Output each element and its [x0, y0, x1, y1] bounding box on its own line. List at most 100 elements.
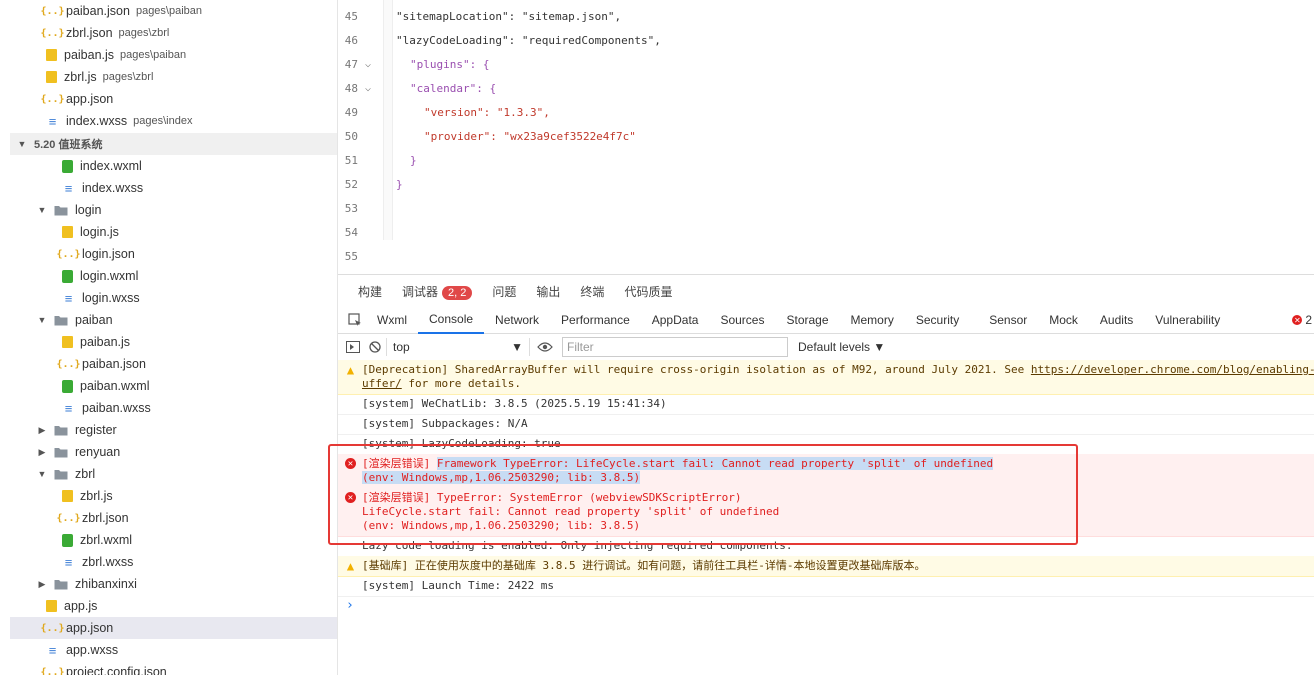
fold-chevron-icon[interactable]: ⌵ [358, 59, 378, 70]
file-item[interactable]: ≡ login.wxss [10, 287, 337, 309]
warning-icon: ▲ [346, 558, 355, 573]
file-item[interactable]: paiban.js pages\paiban [10, 44, 337, 66]
file-name: zbrl [75, 467, 96, 481]
wxss-file-icon: ≡ [48, 642, 57, 658]
code-line: 51} [338, 148, 1314, 172]
tab-code-quality[interactable]: 代码质量 [624, 283, 672, 300]
warning-icon: ▲ [346, 362, 355, 377]
tab-wxml[interactable]: Wxml [366, 307, 418, 333]
file-item[interactable]: zbrl.js pages\zbrl [10, 66, 337, 88]
file-item[interactable]: zbrl.js [10, 485, 337, 507]
message-link[interactable]: https://developer.chrome.com/blog/enabli… [1031, 363, 1314, 376]
inspect-icon[interactable] [344, 309, 366, 331]
folder-item[interactable]: ▶ register [10, 419, 337, 441]
chevron-down-icon: ▼ [37, 469, 47, 479]
tab-security[interactable]: Security [905, 307, 970, 333]
file-item[interactable]: {..} zbrl.json [10, 507, 337, 529]
console-prompt[interactable]: › [346, 598, 354, 613]
line-number: 49 [344, 105, 358, 119]
clear-console-icon[interactable] [364, 336, 386, 358]
code-line: 47 ⌵ "plugins": { [338, 52, 1314, 76]
tab-network[interactable]: Network [484, 307, 550, 333]
file-item[interactable]: ≡ zbrl.wxss [10, 551, 337, 573]
tab-problems[interactable]: 问题 [492, 283, 516, 300]
file-name: paiban.js [80, 335, 131, 349]
file-item[interactable]: {..} paiban.json [10, 353, 337, 375]
file-item[interactable]: ≡ paiban.wxss [10, 397, 337, 419]
panel-tabs: 构建 调试器 2, 2 问题 输出 终端 代码质量 [338, 275, 1314, 307]
js-file-icon [62, 490, 73, 502]
file-item[interactable]: login.wxml [10, 265, 337, 287]
tab-debugger[interactable]: 调试器 2, 2 [402, 283, 473, 300]
file-item[interactable]: paiban.wxml [10, 375, 337, 397]
message-text: [system] Launch Time: 2422 ms [362, 579, 555, 592]
tab-output[interactable]: 输出 [536, 283, 560, 300]
wxss-file-icon: ≡ [48, 113, 57, 129]
tab-vulnerability[interactable]: Vulnerability [1144, 307, 1231, 333]
file-item[interactable]: {..} app.json [10, 617, 337, 639]
file-item[interactable]: ≡ index.wxss pages\index [10, 110, 337, 132]
file-name: paiban [75, 313, 113, 327]
tab-sensor[interactable]: Sensor [978, 307, 1038, 333]
sidebar-toggle-icon[interactable] [342, 336, 364, 358]
folder-item[interactable]: ▼ zbrl [10, 463, 337, 485]
project-section-header[interactable]: ▼ 5.20 值班系统 [10, 133, 337, 155]
message-text: [基础库] 正在使用灰度中的基础库 3.8.5 进行调试。如有问题，请前往工具栏… [362, 559, 926, 572]
tab-storage[interactable]: Storage [775, 307, 839, 333]
code-text: "sitemapLocation": "sitemap.json", [396, 9, 622, 23]
file-item[interactable]: zbrl.wxml [10, 529, 337, 551]
error-badge: 2, 2 [442, 285, 473, 300]
folder-item[interactable]: ▶ zhibanxinxi [10, 573, 337, 595]
levels-dropdown[interactable]: Default levels ▼ [798, 340, 885, 354]
tab-memory[interactable]: Memory [840, 307, 905, 333]
tab-sources[interactable]: Sources [709, 307, 775, 333]
tab-appdata[interactable]: AppData [641, 307, 710, 333]
file-item[interactable]: index.wxml [10, 155, 337, 177]
folder-item[interactable]: ▶ renyuan [10, 441, 337, 463]
folder-icon [54, 469, 68, 480]
fold-chevron-icon[interactable]: ⌵ [358, 83, 378, 94]
folder-item[interactable]: ▼ paiban [10, 309, 337, 331]
code-editor[interactable]: 45 "sitemapLocation": "sitemap.json", 46 "l… [338, 0, 1314, 273]
tab-audits[interactable]: Audits [1089, 307, 1144, 333]
file-item[interactable]: app.js [10, 595, 337, 617]
file-name: index.wxss [82, 181, 144, 195]
file-item[interactable]: login.js [10, 221, 337, 243]
message-link[interactable]: uffer/ [362, 377, 402, 390]
file-name: zhibanxinxi [75, 577, 137, 591]
file-name: app.json [66, 92, 114, 106]
tab-performance[interactable]: Performance [550, 307, 641, 333]
message-text: Framework TypeError: LifeCycle.start fai… [436, 457, 994, 470]
file-item[interactable]: {..} project.config.json [10, 661, 337, 675]
file-item[interactable]: paiban.js [10, 331, 337, 353]
json-file-icon: {..} [56, 248, 81, 260]
file-item[interactable]: {..} paiban.json pages\paiban [10, 0, 337, 22]
wxss-file-icon: ≡ [64, 400, 73, 416]
file-item[interactable]: {..} zbrl.json pages\zbrl [10, 22, 337, 44]
folder-item[interactable]: ▼ login [10, 199, 337, 221]
js-file-icon [46, 600, 57, 612]
file-item[interactable]: {..} login.json [10, 243, 337, 265]
folder-icon [54, 579, 68, 590]
eye-icon[interactable] [534, 336, 556, 358]
code-line: 49 "version": "1.3.3", [338, 100, 1314, 124]
file-item[interactable]: ≡ index.wxss [10, 177, 337, 199]
code-line: 52} [338, 172, 1314, 196]
error-counter[interactable]: ✕ 2 [1292, 313, 1312, 327]
message-text: [渲染层错误] [362, 457, 437, 470]
file-item[interactable]: {..} app.json [10, 88, 337, 110]
tab-mock[interactable]: Mock [1038, 307, 1089, 333]
dropdown-arrow-icon: ▼ [511, 340, 523, 354]
wxml-file-icon [62, 379, 73, 393]
line-number: 47 [344, 57, 358, 71]
tab-terminal[interactable]: 终端 [580, 283, 604, 300]
tab-build[interactable]: 构建 [358, 283, 382, 300]
file-path: pages\paiban [120, 49, 187, 61]
context-select[interactable]: top ▼ [386, 338, 530, 356]
file-name: zbrl.json [82, 511, 129, 525]
js-file-icon [46, 71, 57, 83]
filter-input[interactable]: Filter [562, 337, 788, 357]
folder-icon [54, 425, 68, 436]
tab-console[interactable]: Console [418, 306, 485, 334]
file-item[interactable]: ≡ app.wxss [10, 639, 337, 661]
